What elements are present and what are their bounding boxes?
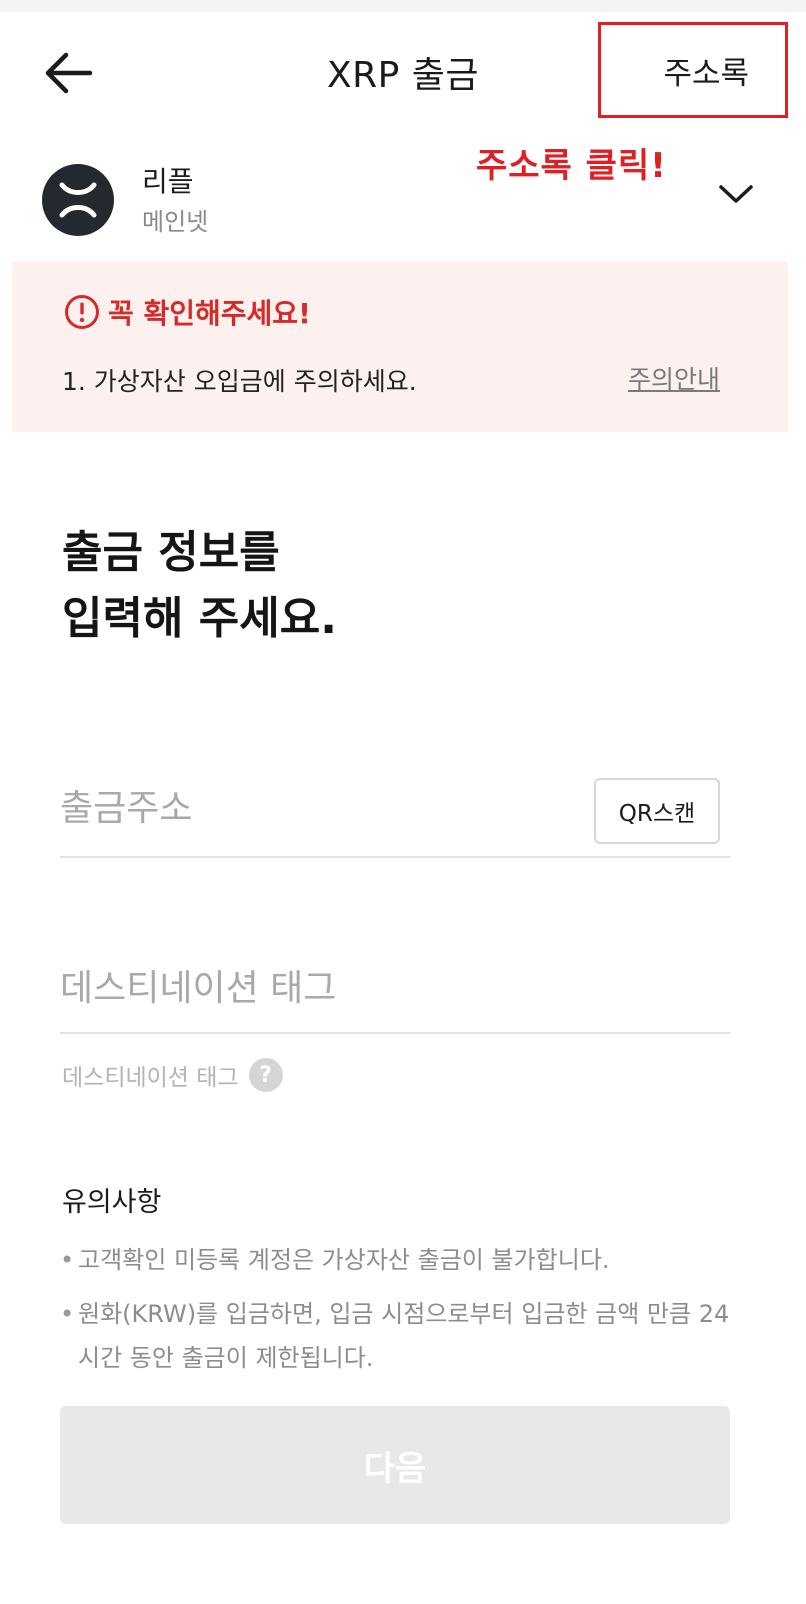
next-button-label: 다음 [363, 1448, 427, 1489]
qr-scan-button[interactable]: QR스캔 [594, 778, 720, 844]
caution-item: 원화(KRW)를 입금하면, 입금 시점으로부터 입금한 금액 만큼 24시간 … [60, 1292, 740, 1380]
destination-tag-help-label: 데스티네이션 태그 [62, 1065, 239, 1091]
heading-line-1: 출금 정보를 [62, 527, 280, 578]
address-book-label: 주소록 [663, 55, 749, 92]
chevron-down-icon [719, 185, 753, 203]
xrp-logo-icon [42, 164, 114, 236]
coin-name: 리플 [142, 165, 194, 198]
alert-circle-icon [65, 295, 99, 329]
page-heading: 출금 정보를 입력해 주세요. [62, 520, 337, 652]
caution-list: 고객확인 미등록 계정은 가상자산 출금이 불가합니다. 원화(KRW)를 입금… [60, 1238, 740, 1390]
question-icon[interactable]: ? [248, 1058, 283, 1092]
destination-tag-input[interactable] [60, 968, 580, 1009]
address-book-button[interactable]: 주소록 [598, 22, 788, 118]
heading-line-2: 입력해 주세요. [62, 593, 337, 644]
coin-network: 메인넷 [142, 208, 209, 236]
address-input[interactable] [60, 788, 580, 829]
notice-item: 1. 가상자산 오입금에 주의하세요. [62, 367, 417, 396]
destination-tag-help: 데스티네이션 태그 ? [62, 1058, 283, 1092]
caution-title: 유의사항 [62, 1187, 162, 1218]
warning-notice: 꼭 확인해주세요! 1. 가상자산 오입금에 주의하세요. 주의안내 [12, 262, 788, 432]
coin-selector[interactable]: 리플 메인넷 [0, 150, 806, 246]
caution-item: 고객확인 미등록 계정은 가상자산 출금이 불가합니다. [60, 1238, 740, 1282]
notice-title: 꼭 확인해주세요! [108, 297, 311, 330]
caution-guide-link[interactable]: 주의안내 [628, 360, 720, 396]
address-field: QR스캔 [60, 776, 730, 858]
destination-tag-field [60, 960, 730, 1034]
next-button[interactable]: 다음 [60, 1406, 730, 1524]
qr-scan-label: QR스캔 [618, 801, 696, 827]
status-bar-strip [0, 0, 806, 12]
